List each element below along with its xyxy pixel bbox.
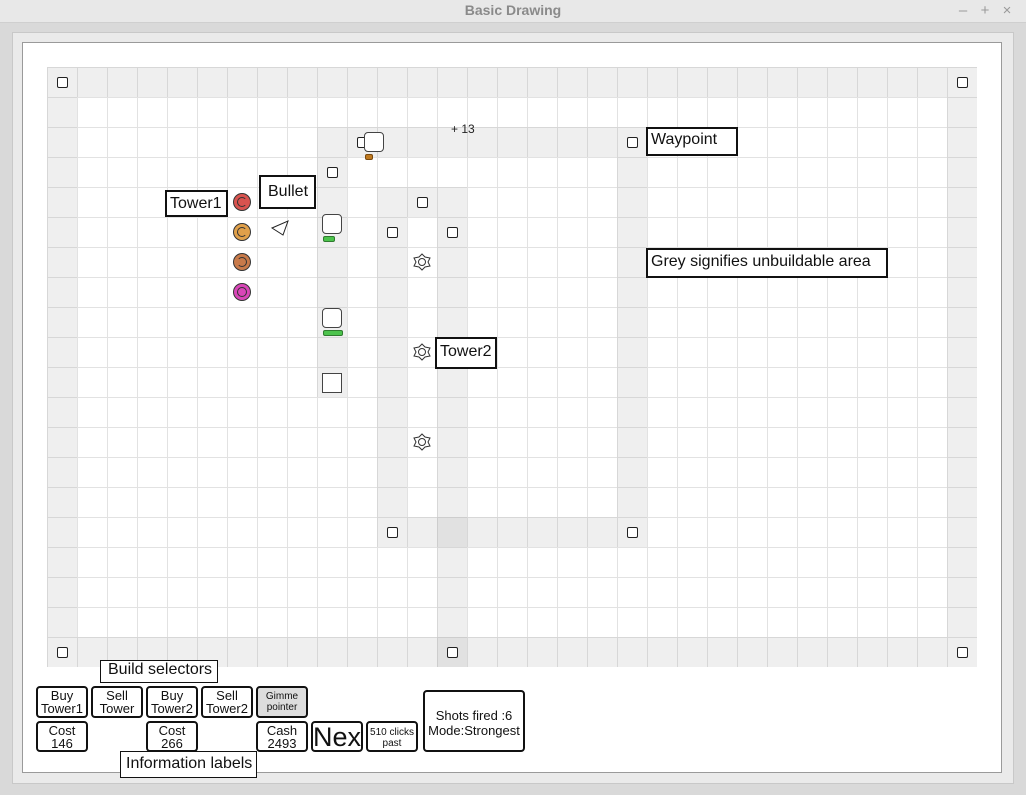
path-segment bbox=[437, 217, 467, 667]
waypoint-marker bbox=[387, 227, 398, 238]
tower2-unit[interactable] bbox=[413, 343, 431, 361]
gimme-pointer-button[interactable]: Gimme pointer bbox=[256, 686, 308, 718]
unbuildable-top bbox=[47, 67, 977, 97]
unbuildable-left bbox=[47, 97, 77, 637]
bullet-icon bbox=[270, 220, 289, 236]
enemy-health-bar bbox=[365, 154, 373, 160]
label-waypoint: Waypoint bbox=[646, 127, 738, 156]
path-segment bbox=[407, 517, 617, 547]
tower1-unit[interactable] bbox=[233, 283, 251, 301]
enemy-creep bbox=[364, 132, 384, 152]
waypoint-marker bbox=[957, 647, 968, 658]
enemy-creep bbox=[322, 308, 342, 328]
label-grey-note: Grey signifies unbuildable area bbox=[646, 248, 888, 278]
enemy-health-bar bbox=[323, 236, 335, 242]
waypoint-marker bbox=[627, 527, 638, 538]
minimize-icon[interactable]: – bbox=[955, 2, 971, 19]
label-bullet: Bullet bbox=[259, 175, 316, 209]
waypoint-marker bbox=[627, 137, 638, 148]
tower2-cost-label: Cost 266 bbox=[146, 721, 198, 752]
tower1-unit[interactable] bbox=[233, 193, 251, 211]
tower2-unit[interactable] bbox=[413, 433, 431, 451]
path-segment bbox=[617, 157, 647, 547]
reward-popup: + 13 bbox=[451, 122, 475, 136]
tower1-cost-label: Cost 146 bbox=[36, 721, 88, 752]
title-bar: Basic Drawing – + × bbox=[0, 0, 1026, 23]
waypoint-marker bbox=[417, 197, 428, 208]
path-segment bbox=[377, 217, 407, 547]
waypoint-marker bbox=[957, 77, 968, 88]
enemy-creep bbox=[322, 214, 342, 234]
buy-tower1-button[interactable]: Buy Tower1 bbox=[36, 686, 88, 718]
label-information-labels: Information labels bbox=[120, 751, 257, 778]
waypoint-marker bbox=[447, 647, 458, 658]
label-tower2: Tower2 bbox=[435, 337, 497, 369]
game-grid[interactable] bbox=[47, 67, 977, 667]
sell-tower-button[interactable]: Sell Tower bbox=[91, 686, 143, 718]
close-icon[interactable]: × bbox=[999, 2, 1015, 19]
waypoint-marker bbox=[387, 527, 398, 538]
waypoint-marker bbox=[447, 227, 458, 238]
waypoint-marker bbox=[57, 77, 68, 88]
tower1-unit[interactable] bbox=[233, 253, 251, 271]
maximize-icon[interactable]: + bbox=[977, 2, 993, 19]
tower2-unit[interactable] bbox=[413, 253, 431, 271]
waypoint-marker bbox=[327, 167, 338, 178]
sell-tower2-button[interactable]: Sell Tower2 bbox=[201, 686, 253, 718]
tower1-unit[interactable] bbox=[233, 223, 251, 241]
label-build-selectors: Build selectors bbox=[100, 660, 218, 683]
clicks-counter: 510 clicks past bbox=[366, 721, 418, 752]
next-wave-button[interactable]: Next bbox=[311, 721, 363, 752]
label-tower1: Tower1 bbox=[165, 190, 228, 217]
path-segment bbox=[317, 157, 347, 397]
stats-panel: Shots fired :6 Mode:Strongest bbox=[423, 690, 525, 752]
window-title: Basic Drawing bbox=[464, 2, 562, 18]
cash-label: Cash 2493 bbox=[256, 721, 308, 752]
enemy-spawn-box bbox=[322, 373, 342, 393]
enemy-health-bar bbox=[323, 330, 343, 336]
waypoint-marker bbox=[57, 647, 68, 658]
buy-tower2-button[interactable]: Buy Tower2 bbox=[146, 686, 198, 718]
unbuildable-right bbox=[947, 97, 977, 637]
